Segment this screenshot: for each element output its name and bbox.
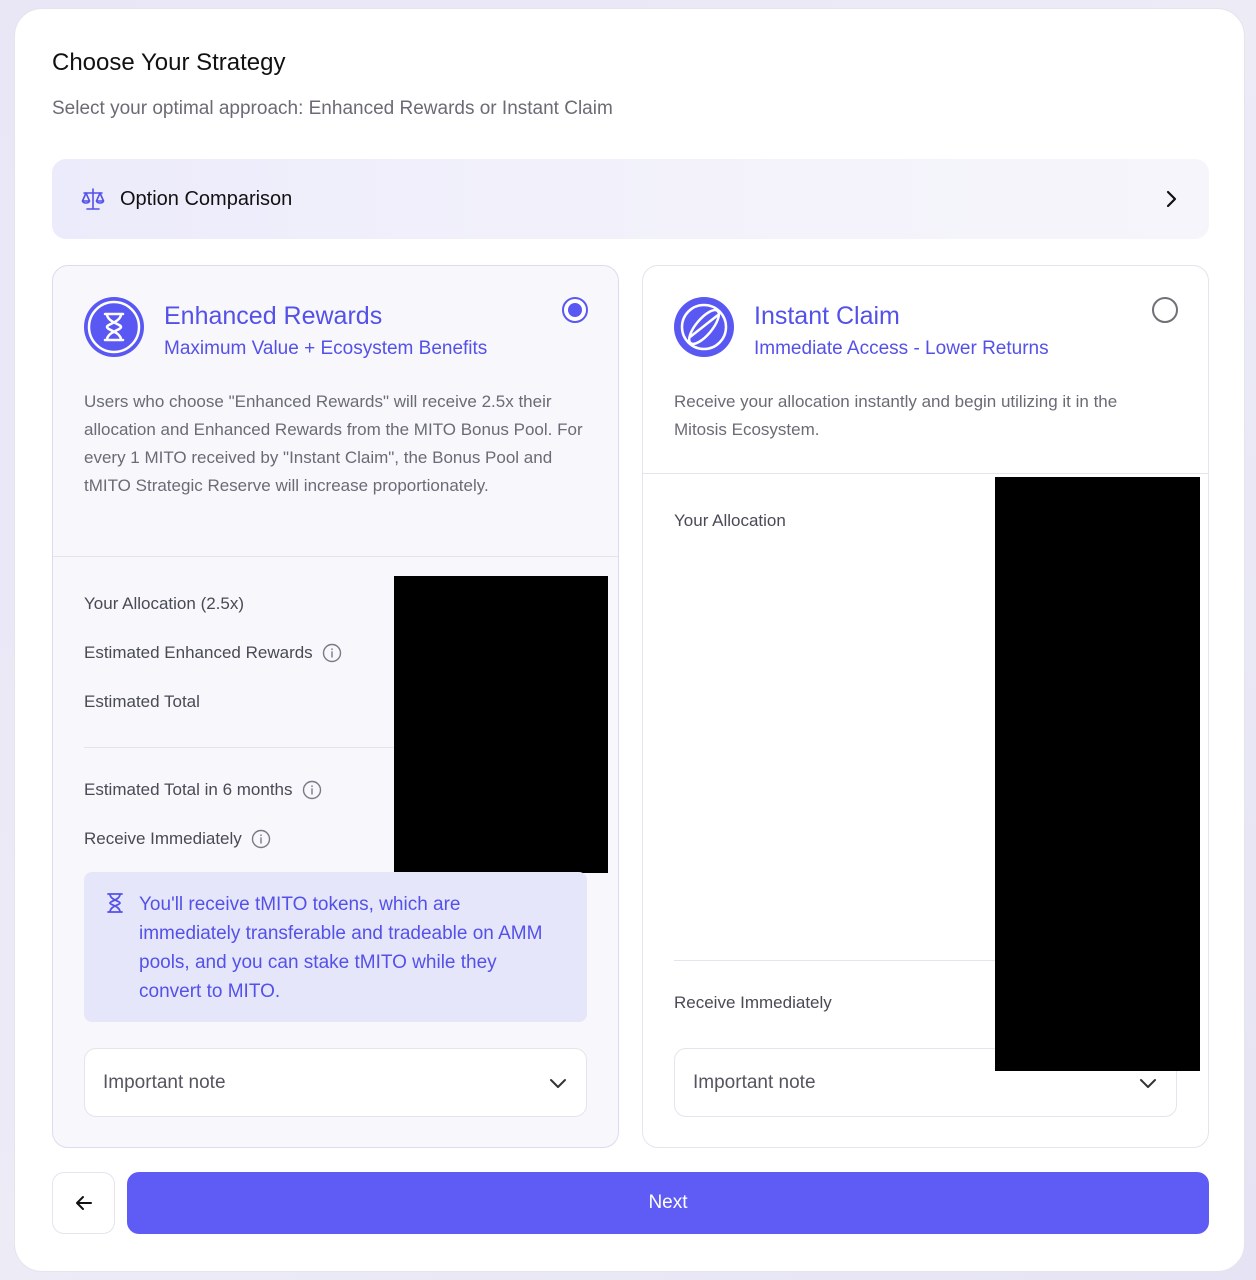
receive-immediately-label-text: Receive Immediately	[84, 829, 242, 848]
enhanced-rewards-radio[interactable]	[562, 297, 588, 323]
instant-claim-title: Instant Claim	[754, 302, 900, 330]
instant-claim-card[interactable]: Instant Claim Immediate Access - Lower R…	[642, 265, 1209, 1148]
redacted-values	[394, 576, 608, 873]
important-note-label: Important note	[103, 1071, 226, 1093]
card-divider	[53, 556, 618, 557]
important-note-dropdown[interactable]: Important note	[84, 1048, 587, 1117]
enhanced-rewards-label: Estimated Enhanced Rewards	[84, 643, 342, 663]
option-comparison-label: Option Comparison	[120, 187, 293, 210]
enhanced-rewards-card[interactable]: Enhanced Rewards Maximum Value + Ecosyst…	[52, 265, 619, 1148]
strategy-modal: Choose Your Strategy Select your optimal…	[14, 8, 1245, 1272]
chevron-down-icon	[550, 1078, 566, 1088]
card-divider	[643, 473, 1208, 474]
info-icon[interactable]	[251, 829, 271, 849]
receive-immediately-label-text: Receive Immediately	[674, 993, 832, 1012]
back-button[interactable]	[52, 1172, 115, 1234]
orb-badge-icon	[674, 297, 734, 357]
chevron-down-icon	[1140, 1078, 1156, 1088]
arrow-left-icon	[75, 1196, 92, 1210]
enhanced-rewards-description: Users who choose "Enhanced Rewards" will…	[84, 392, 583, 495]
page-subtitle: Select your optimal approach: Enhanced R…	[52, 98, 613, 119]
receive-immediately-label: Receive Immediately	[674, 993, 832, 1013]
instant-claim-radio[interactable]	[1152, 297, 1178, 323]
tmito-info-text: You'll receive tMITO tokens, which are i…	[139, 894, 543, 1002]
allocation-label: Your Allocation	[674, 511, 786, 531]
scale-icon	[81, 188, 105, 210]
allocation-label: Your Allocation (2.5x)	[84, 594, 244, 614]
hourglass-icon	[107, 893, 123, 913]
total-6-months-label-text: Estimated Total in 6 months	[84, 780, 293, 799]
instant-claim-subtitle: Immediate Access - Lower Returns	[754, 338, 1049, 359]
section-divider	[84, 747, 404, 748]
estimated-total-label-text: Estimated Total	[84, 692, 200, 711]
page-title: Choose Your Strategy	[52, 49, 286, 76]
redacted-values	[995, 477, 1200, 1071]
enhanced-rewards-label-text: Estimated Enhanced Rewards	[84, 643, 313, 662]
estimated-total-label: Estimated Total	[84, 692, 200, 712]
hourglass-badge-icon	[84, 297, 144, 357]
chevron-right-icon	[1166, 190, 1177, 208]
tmito-info-box: You'll receive tMITO tokens, which are i…	[84, 872, 587, 1022]
info-icon[interactable]	[322, 643, 342, 663]
info-icon[interactable]	[302, 780, 322, 800]
enhanced-rewards-subtitle: Maximum Value + Ecosystem Benefits	[164, 338, 488, 359]
allocation-label-text: Your Allocation (2.5x)	[84, 594, 245, 613]
receive-immediately-label: Receive Immediately	[84, 829, 271, 849]
option-comparison-button[interactable]: Option Comparison	[52, 159, 1209, 239]
instant-claim-description: Receive your allocation instantly and be…	[674, 392, 1118, 439]
total-6-months-label: Estimated Total in 6 months	[84, 780, 322, 800]
section-divider	[674, 960, 1014, 961]
allocation-label-text: Your Allocation	[674, 511, 786, 530]
next-button[interactable]: Next	[127, 1172, 1209, 1234]
important-note-label: Important note	[693, 1071, 816, 1093]
enhanced-rewards-title: Enhanced Rewards	[164, 302, 383, 330]
